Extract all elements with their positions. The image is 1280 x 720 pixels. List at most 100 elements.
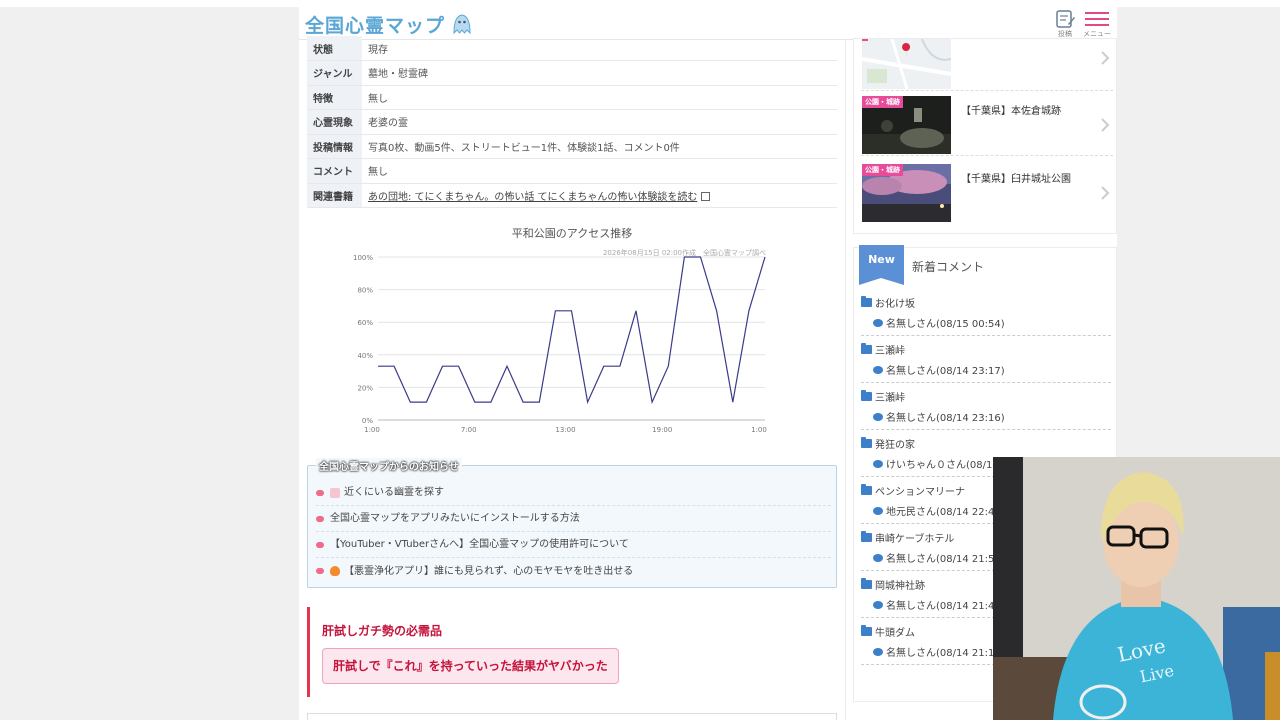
notice-title: 全国心霊マップからのお知らせ	[316, 458, 462, 473]
folder-icon	[861, 625, 872, 636]
promo-section: 肝試しガチ勢の必需品 肝試しで『これ』を持っていった結果がヤバかった	[307, 607, 837, 697]
folder-icon	[861, 343, 872, 354]
info-key: コメント	[307, 158, 362, 184]
post-button[interactable]: 投稿	[1051, 9, 1079, 39]
chevron-right-icon	[1101, 118, 1110, 132]
site-logo[interactable]: 全国心霊マップ	[305, 12, 473, 37]
notice-item-label: 全国心霊マップをアプリみたいにインストールする方法	[330, 513, 580, 524]
bullet-icon	[316, 515, 324, 522]
menu-label: メニュー	[1083, 30, 1111, 38]
streamer-webcam-image: Love Live	[993, 457, 1280, 720]
spot-category-tag	[862, 39, 868, 41]
ghost-icon	[453, 14, 471, 35]
related-book-link[interactable]: あの団地: てにくまちゃん。の怖い話 てにくまちゃんの怖い体験談を読む	[368, 192, 697, 203]
comment-item[interactable]: 三瀬峠 名無しさん(08/14 23:16)	[861, 383, 1111, 430]
spot-thumbnail: 公園・城跡	[862, 164, 951, 222]
info-key: 特徴	[307, 85, 362, 110]
table-row: コメント 無し	[307, 158, 837, 184]
comment-bubble-icon	[873, 318, 883, 327]
comment-place-link[interactable]: 三瀬峠	[861, 342, 905, 357]
post-label: 投稿	[1058, 30, 1072, 38]
comment-place: ペンションマリーナ	[875, 487, 965, 498]
comment-place: お化け坂	[875, 299, 915, 310]
folder-icon	[861, 437, 872, 448]
table-row: 状態 現存	[307, 36, 837, 61]
notice-item[interactable]: 【悪霊浄化アプリ】誰にも見られず、心のモヤモヤを吐き出せる	[316, 558, 831, 584]
comment-item[interactable]: お化け坂 名無しさん(08/15 00:54)	[861, 289, 1111, 336]
map-thumbnail-image	[862, 39, 951, 89]
notice-item[interactable]: 近くにいる幽霊を探す	[316, 480, 831, 506]
comment-place-link[interactable]: 三瀬峠	[861, 389, 905, 404]
x-tick-label: 13:00	[555, 426, 575, 434]
info-key: 心霊現象	[307, 109, 362, 135]
spot-thumbnail: 公園・城跡	[862, 96, 951, 154]
comment-bubble-icon	[873, 412, 883, 421]
comment-place-link[interactable]: 牛頭ダム	[861, 624, 915, 639]
comment-place-link[interactable]: お化け坂	[861, 295, 915, 310]
comment-user: 名無しさん(08/15 00:54)	[886, 319, 1005, 330]
comment-user: 名無しさん(08/14 21:58)	[886, 554, 1005, 565]
notice-item[interactable]: 全国心霊マップをアプリみたいにインストールする方法	[316, 506, 831, 532]
y-tick-label: 80%	[357, 287, 373, 295]
webcam-overlay: Love Live	[993, 457, 1280, 720]
info-value: 無し	[362, 85, 837, 110]
comment-place: 牛頭ダム	[875, 628, 915, 639]
spot-category-tag: 公園・城跡	[862, 164, 903, 176]
comment-place-link[interactable]: 岡城神社跡	[861, 577, 925, 592]
comment-bubble-icon	[873, 647, 883, 656]
external-link-icon	[701, 191, 711, 201]
spot-title: 【千葉県】臼井城址公園	[961, 174, 1071, 185]
comment-item[interactable]: 三瀬峠 名無しさん(08/14 23:17)	[861, 336, 1111, 383]
comment-place: 三瀬峠	[875, 346, 905, 357]
folder-icon	[861, 390, 872, 401]
comment-bubble-icon	[873, 600, 883, 609]
spot-item[interactable]: 公園・城跡 【千葉県】本佐倉城跡	[861, 93, 1113, 156]
x-tick-label: 1:00	[751, 426, 767, 434]
table-row: ジャンル 墓地・慰霊碑	[307, 60, 837, 86]
y-tick-label: 20%	[357, 384, 373, 392]
comment-place-link[interactable]: 串崎ケーブホテル	[861, 530, 954, 545]
info-value: 墓地・慰霊碑	[362, 60, 837, 86]
spot-title: 【千葉県】本佐倉城跡	[961, 106, 1061, 117]
comment-user: 地元民さん(08/14 22:47)	[886, 507, 1005, 518]
info-value: 写真0枚、動画5件、ストリートビュー1件、体験談1話、コメント0件	[362, 134, 837, 159]
browser-top-strip	[0, 0, 1280, 7]
access-trend-chart: 平和公園のアクセス推移 2026年08月15日 02:00作成 全国心霊マップ調…	[353, 226, 767, 434]
x-tick-label: 19:00	[652, 426, 672, 434]
spot-list-card: 公園・城跡 【千葉県】本佐倉城跡 公園・城跡 【千葉県】臼井城址公園	[853, 38, 1117, 234]
hamburger-icon	[1085, 12, 1109, 26]
promo-button[interactable]: 肝試しで『これ』を持っていった結果がヤバかった	[322, 648, 619, 684]
spot-category-tag: 公園・城跡	[862, 96, 903, 108]
paper-lantern-icon	[330, 487, 340, 498]
info-key: 状態	[307, 36, 362, 61]
spot-item[interactable]: 公園・城跡 【千葉県】臼井城址公園	[861, 161, 1113, 224]
notice-item-label: 近くにいる幽霊を探す	[344, 487, 444, 498]
x-tick-label: 7:00	[461, 426, 477, 434]
comment-bubble-icon	[873, 459, 883, 468]
y-tick-label: 40%	[357, 352, 373, 360]
comment-bubble-icon	[873, 506, 883, 515]
menu-button[interactable]: メニュー	[1082, 9, 1112, 39]
chart-title: 平和公園のアクセス推移	[512, 226, 632, 240]
comment-place-link[interactable]: 発狂の家	[861, 436, 915, 451]
bullet-icon	[316, 489, 324, 496]
folder-icon	[861, 578, 872, 589]
next-card-edge	[307, 713, 837, 720]
comment-user: 名無しさん(08/14 21:40)	[886, 601, 1005, 612]
info-key: 投稿情報	[307, 134, 362, 159]
y-tick-label: 100%	[353, 254, 373, 262]
access-series-line	[378, 256, 766, 405]
notice-item-label: 【YouTuber・VTuberさんへ】全国心霊マップの使用許可について	[330, 539, 629, 550]
comment-place: 三瀬峠	[875, 393, 905, 404]
comment-place-link[interactable]: ペンションマリーナ	[861, 483, 965, 498]
info-value: あの団地: てにくまちゃん。の怖い話 てにくまちゃんの怖い体験談を読む	[362, 183, 837, 208]
bullet-icon	[316, 541, 324, 548]
table-row: 心霊現象 老婆の霊	[307, 109, 837, 135]
spot-item[interactable]	[861, 39, 1113, 91]
comment-user: 名無しさん(08/14 23:17)	[886, 366, 1005, 377]
y-tick-label: 0%	[362, 417, 373, 425]
notice-item[interactable]: 【YouTuber・VTuberさんへ】全国心霊マップの使用許可について	[316, 532, 831, 558]
comment-bubble-icon	[873, 365, 883, 374]
chevron-right-icon	[1101, 186, 1110, 200]
table-row: 特徴 無し	[307, 85, 837, 110]
